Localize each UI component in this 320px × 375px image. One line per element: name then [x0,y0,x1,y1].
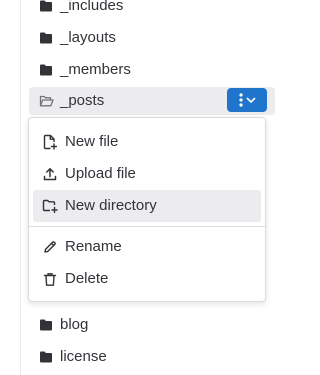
menu-item-rename[interactable]: Rename [33,231,261,263]
menu-item-label: New file [65,133,119,150]
menu-item-label: Upload file [65,165,136,182]
upload-icon [42,166,58,182]
tree-item-includes[interactable]: _includes [29,0,275,20]
doc-new-icon [42,134,58,150]
menu-item-new-directory[interactable]: New directory [33,190,261,222]
tree-item-blog[interactable]: blog [29,311,275,339]
tree-item-license[interactable]: license [29,343,275,371]
tree-item-label: license [60,348,107,365]
folder-new-icon [42,198,58,214]
menu-divider [29,226,265,227]
folder-icon [38,0,54,14]
file-actions-button[interactable] [227,88,267,112]
folder-icon [38,30,54,46]
tree-item-label: _includes [60,0,124,14]
folder-open-icon [38,93,54,109]
menu-item-label: New directory [65,197,157,214]
menu-item-upload-file[interactable]: Upload file [33,158,261,190]
menu-item-new-file[interactable]: New file [33,126,261,158]
menu-item-label: Delete [65,270,109,287]
remove-icon [42,271,58,287]
menu-item-delete[interactable]: Delete [33,263,261,295]
file-actions-dropdown: New file Upload file New directory Renam… [28,117,266,302]
tree-item-label: _layouts [60,29,116,46]
menu-item-label: Rename [65,238,122,255]
tree-item-label: blog [60,316,89,333]
tree-item-members[interactable]: _members [29,56,275,84]
ellipsis-v-icon [238,93,243,107]
folder-icon [38,317,54,333]
tree-item-layouts[interactable]: _layouts [29,24,275,52]
sidebar-border [20,0,21,375]
tree-item-label: _members [60,61,131,78]
folder-icon [38,62,54,78]
pencil-icon [42,239,58,255]
tree-item-label: _posts [60,92,105,109]
chevron-down-icon [246,97,256,104]
tree-item-posts[interactable]: _posts [29,87,275,115]
folder-icon [38,349,54,365]
